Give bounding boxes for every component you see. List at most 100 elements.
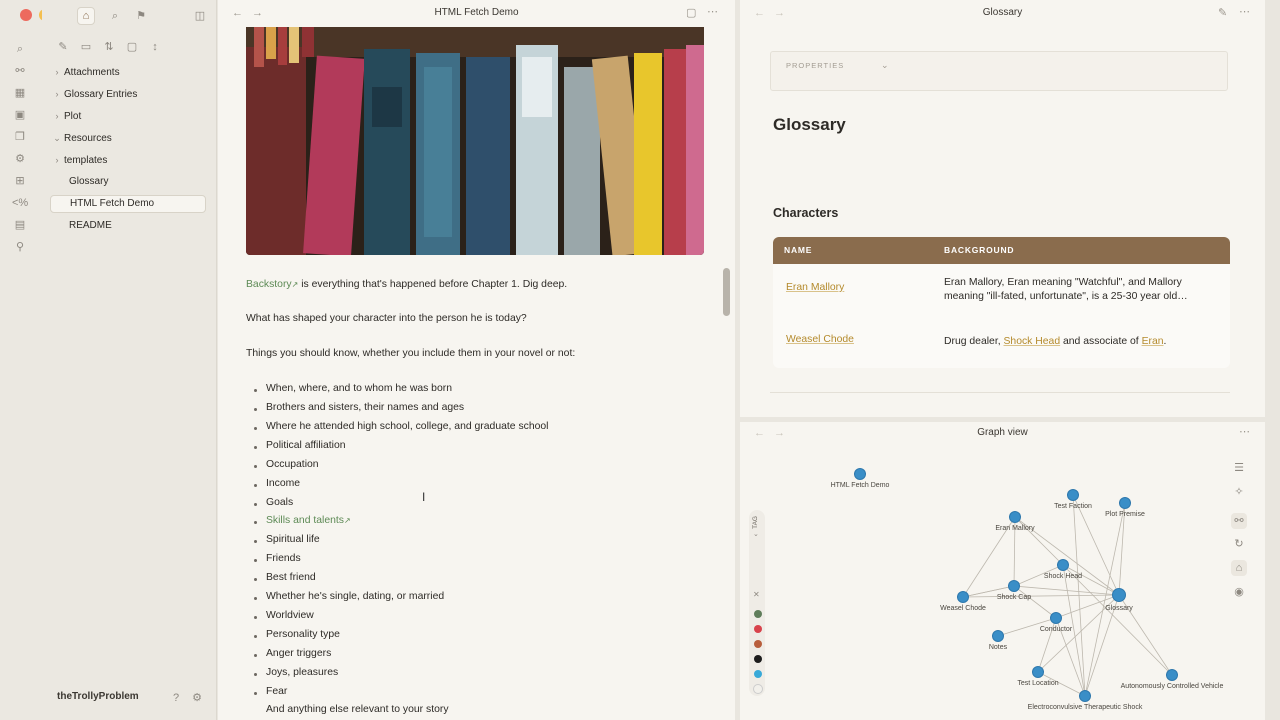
graph-edge bbox=[1013, 585, 1057, 619]
chevron-down-icon[interactable]: ⌄ bbox=[881, 60, 889, 71]
characters-table: Eran Mallory Eran Mallory, Eran meaning … bbox=[773, 264, 1230, 368]
backstory-link[interactable]: Backstory bbox=[246, 279, 292, 290]
chevron-right-icon: › bbox=[55, 155, 59, 165]
properties-panel[interactable]: PROPERTIES ⌄ bbox=[770, 51, 1228, 91]
new-note-icon[interactable]: ✎ bbox=[56, 40, 70, 54]
graph-settings-icon[interactable]: ☰ bbox=[1231, 460, 1247, 476]
graph-edges bbox=[962, 494, 1173, 697]
backstory-paragraph: Backstory↗ is everything that's happened… bbox=[246, 279, 567, 290]
local-graph-icon[interactable]: ⚯ bbox=[1231, 513, 1247, 529]
tree-folder-templates[interactable]: › templates bbox=[50, 151, 206, 169]
graph-node[interactable] bbox=[1010, 512, 1020, 522]
more-options-icon[interactable]: ⋯ bbox=[707, 5, 718, 18]
graph-node[interactable] bbox=[855, 469, 865, 479]
tag-icon[interactable]: ⌂ bbox=[1231, 560, 1247, 576]
reading-view-icon[interactable]: ▢ bbox=[686, 6, 696, 19]
vault-name[interactable]: theTrollyProblem bbox=[57, 691, 139, 702]
note-editor-pane: ← → HTML Fetch Demo ▢ ⋯ Backstory↗ is ev… bbox=[218, 0, 735, 720]
search-tab-icon[interactable]: ⌕ bbox=[108, 9, 122, 23]
new-folder-icon[interactable]: ▭ bbox=[79, 40, 93, 54]
collapse-all-icon[interactable]: ▢ bbox=[125, 40, 139, 54]
tree-folder-attachments[interactable]: › Attachments bbox=[50, 63, 206, 81]
grid-icon[interactable]: ⊞ bbox=[12, 173, 28, 189]
eran-link[interactable]: Eran bbox=[1142, 336, 1164, 347]
skills-link[interactable]: Skills and talents bbox=[266, 515, 344, 526]
code-icon[interactable]: <% bbox=[12, 195, 28, 211]
tree-file-readme[interactable]: README bbox=[50, 217, 206, 235]
eye-icon[interactable]: ◉ bbox=[1231, 584, 1247, 600]
bookshelf-image bbox=[246, 27, 704, 255]
daily-note-icon[interactable]: ▣ bbox=[12, 107, 28, 123]
list-item: Spiritual life bbox=[254, 534, 320, 545]
tree-folder-glossary-entries[interactable]: › Glossary Entries bbox=[50, 85, 206, 103]
chevron-right-icon: › bbox=[55, 89, 59, 99]
graph-node[interactable] bbox=[1120, 498, 1130, 508]
tree-folder-plot[interactable]: › Plot bbox=[50, 107, 206, 125]
close-window-button[interactable] bbox=[20, 9, 32, 21]
character-link-weasel-chode[interactable]: Weasel Chode bbox=[786, 334, 854, 345]
expand-icon[interactable]: ↕ bbox=[148, 40, 162, 54]
settings-plugin-icon[interactable]: ⚙ bbox=[12, 151, 28, 167]
quick-switcher-icon[interactable]: ⌕ bbox=[12, 41, 28, 57]
sort-icon[interactable]: ⇅ bbox=[102, 40, 116, 54]
files-tab-icon[interactable]: ⌂ bbox=[77, 7, 95, 25]
graph-node[interactable] bbox=[1033, 667, 1043, 677]
character-link-eran-mallory[interactable]: Eran Mallory bbox=[786, 282, 844, 293]
bookshelf-illustration bbox=[246, 27, 704, 255]
archive-icon[interactable]: ▤ bbox=[12, 217, 28, 233]
graph-node-label: HTML Fetch Demo bbox=[830, 482, 890, 489]
tree-item-label: Glossary bbox=[69, 176, 109, 187]
graph-node[interactable] bbox=[1058, 560, 1068, 570]
graph-edge bbox=[1062, 564, 1173, 676]
graph-node[interactable] bbox=[1167, 670, 1177, 680]
graph-canvas[interactable] bbox=[740, 422, 1265, 720]
magic-wand-icon[interactable]: ✧ bbox=[1231, 484, 1247, 500]
help-icon[interactable]: ? bbox=[169, 691, 183, 705]
edit-pencil-icon[interactable]: ✎ bbox=[1218, 6, 1227, 19]
graph-node[interactable] bbox=[1113, 589, 1125, 601]
table-header: NAME BACKGROUND bbox=[773, 237, 1230, 264]
list-item: Anger triggers bbox=[253, 648, 332, 659]
graph-node[interactable] bbox=[1068, 490, 1078, 500]
refresh-icon[interactable]: ↻ bbox=[1231, 536, 1247, 552]
pin-icon[interactable]: ⚲ bbox=[12, 239, 28, 255]
more-options-icon[interactable]: ⋯ bbox=[1239, 5, 1250, 18]
collapse-sidebar-icon[interactable]: ◫ bbox=[193, 9, 207, 23]
graph-icon[interactable]: ⚯ bbox=[12, 63, 28, 79]
shock-head-link[interactable]: Shock Head bbox=[1004, 336, 1061, 347]
external-link-icon: ↗ bbox=[343, 516, 351, 525]
graph-node[interactable] bbox=[993, 631, 1003, 641]
graph-node-label: Electroconvulsive Therapeutic Shock bbox=[1027, 704, 1143, 711]
background-text: Drug dealer, bbox=[944, 336, 1004, 347]
graph-node[interactable] bbox=[1009, 581, 1019, 591]
paragraph-shaped: What has shaped your character into the … bbox=[246, 313, 527, 324]
tree-file-html-fetch-demo[interactable]: HTML Fetch Demo bbox=[50, 195, 206, 213]
graph-node[interactable] bbox=[1051, 613, 1061, 623]
table-row: Weasel Chode Drug dealer, Shock Head and… bbox=[773, 316, 1230, 368]
tree-item-label: README bbox=[69, 220, 112, 231]
bookmarks-tab-icon[interactable]: ⚑ bbox=[134, 9, 148, 23]
graph-node-label: Shock Cap bbox=[996, 594, 1032, 601]
tree-item-label: Glossary Entries bbox=[64, 89, 138, 100]
graph-node[interactable] bbox=[1080, 691, 1090, 701]
graph-node[interactable] bbox=[958, 592, 968, 602]
tree-folder-resources[interactable]: ⌄ Resources bbox=[50, 129, 206, 147]
list-item: Whether he's single, dating, or married bbox=[253, 591, 445, 602]
page-title: Glossary bbox=[773, 115, 846, 134]
settings-gear-icon[interactable]: ⚙ bbox=[190, 691, 204, 705]
canvas-icon[interactable]: ▦ bbox=[12, 85, 28, 101]
table-row: Eran Mallory Eran Mallory, Eran meaning … bbox=[773, 264, 1230, 316]
glossary-pane: ← → Glossary ✎ ⋯ PROPERTIES ⌄ Glossary C… bbox=[740, 0, 1265, 417]
background-text: and associate of bbox=[1060, 336, 1142, 347]
tree-item-label: HTML Fetch Demo bbox=[70, 198, 155, 209]
file-explorer-sidebar: ⌂ ⌕ ⚑ ◫ ✎ ▭ ⇅ ▢ ↕ › Attachments › Glossary… bbox=[42, 0, 217, 720]
tree-item-label: Attachments bbox=[64, 67, 120, 78]
graph-edge bbox=[1072, 494, 1120, 596]
pane-title: Glossary bbox=[982, 7, 1023, 18]
column-header-background: BACKGROUND bbox=[944, 245, 1015, 255]
list-item: Joys, pleasures bbox=[253, 667, 339, 678]
templates-icon[interactable]: ❐ bbox=[12, 129, 28, 145]
tree-file-glossary[interactable]: Glossary bbox=[50, 173, 206, 191]
graph-node-label: Notes bbox=[988, 644, 1008, 651]
scrollbar-thumb[interactable] bbox=[723, 268, 730, 316]
